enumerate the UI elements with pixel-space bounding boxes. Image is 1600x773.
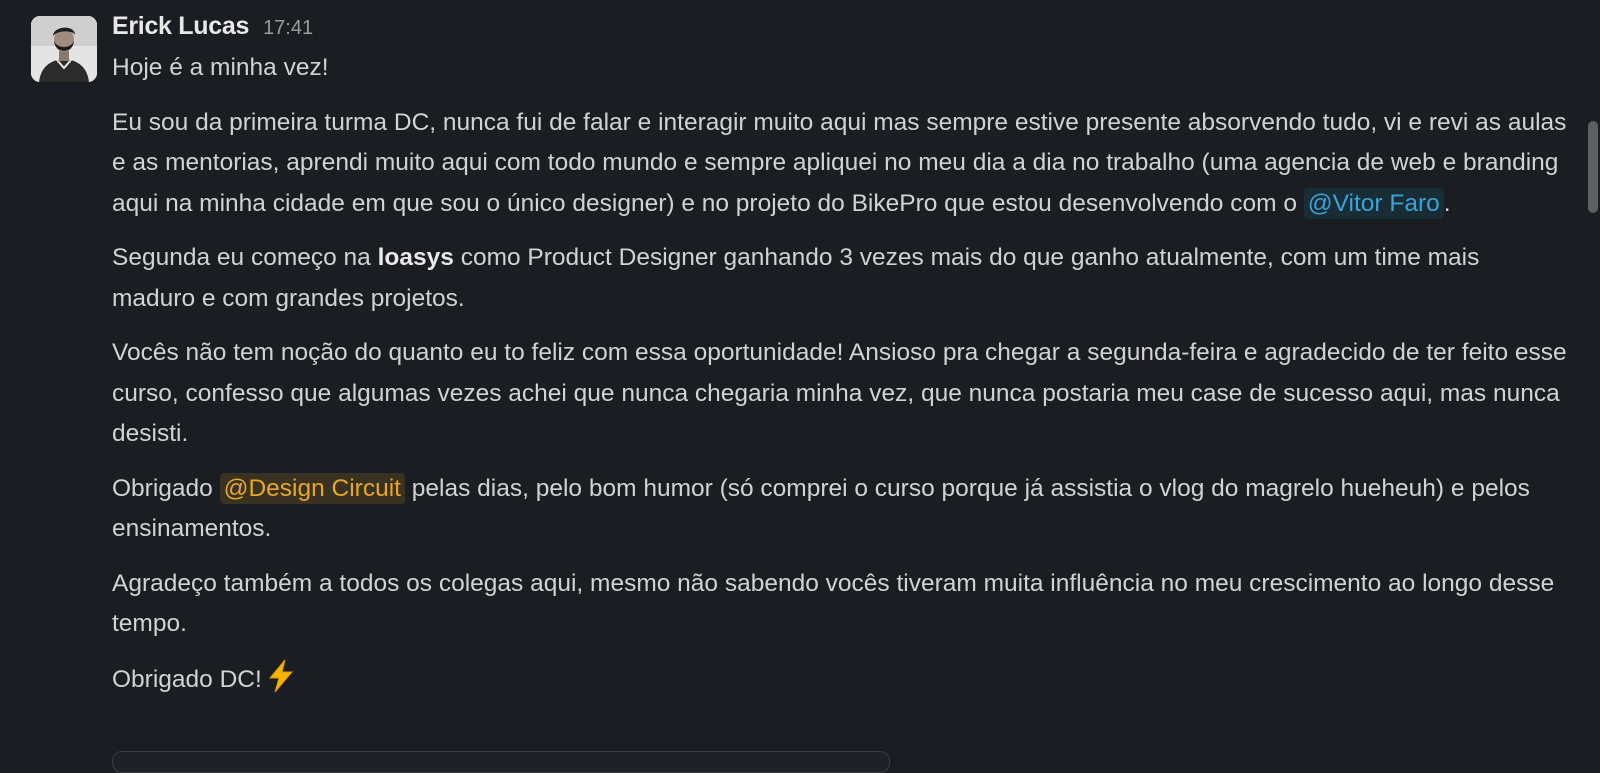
high-voltage-icon — [266, 659, 296, 707]
message-paragraph: Obrigado @Design Circuit pelas dias, pel… — [112, 469, 1567, 550]
message-paragraph: Obrigado DC! — [112, 659, 1567, 707]
paragraph-text: Obrigado — [112, 474, 220, 502]
paragraph-text: Vocês não tem noção do quanto eu to feli… — [112, 339, 1567, 447]
paragraph-text: Segunda eu começo na — [112, 244, 378, 271]
message-paragraph: Vocês não tem noção do quanto eu to feli… — [112, 333, 1567, 455]
group-mention[interactable]: @Design Circuit — [219, 472, 405, 504]
user-mention[interactable]: @Vitor Faro — [1303, 187, 1444, 219]
scrollbar-thumb[interactable] — [1588, 121, 1598, 213]
paragraph-text: . — [1443, 189, 1451, 217]
paragraph-text: Obrigado DC! — [112, 665, 262, 693]
message-paragraph: Segunda eu começo na loasys como Product… — [112, 238, 1567, 319]
message-header: Erick Lucas 17:41 — [112, 12, 1567, 46]
paragraph-text: Agradeço também a todos os colegas aqui,… — [112, 569, 1555, 638]
bold-text: loasys — [377, 244, 454, 271]
message-paragraph: Hoje é a minha vez! — [112, 48, 1567, 89]
avatar[interactable] — [31, 16, 97, 82]
message-paragraph: Eu sou da primeira turma DC, nunca fui d… — [112, 103, 1567, 225]
message: Erick Lucas 17:41 Hoje é a minha vez! Eu… — [0, 0, 1600, 773]
author-name[interactable]: Erick Lucas — [112, 12, 249, 41]
message-content: Erick Lucas 17:41 Hoje é a minha vez! Eu… — [112, 12, 1567, 706]
message-timestamp[interactable]: 17:41 — [263, 17, 313, 40]
scrollbar[interactable] — [1586, 0, 1600, 757]
paragraph-text: Hoje é a minha vez! — [112, 54, 329, 81]
avatar-image — [31, 16, 97, 82]
attachment-preview[interactable] — [112, 751, 890, 773]
message-paragraph: Agradeço também a todos os colegas aqui,… — [112, 564, 1567, 645]
